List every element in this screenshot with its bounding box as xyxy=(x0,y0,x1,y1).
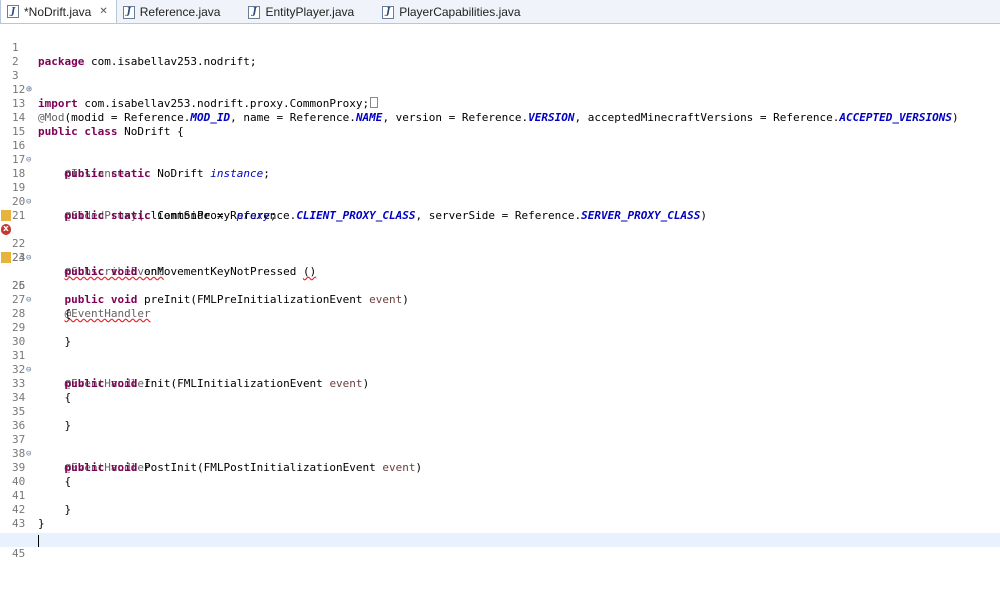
code-line: 23 public void onMovementKeyNotPressed (… xyxy=(0,222,1000,278)
tab-label: Reference.java xyxy=(139,5,221,19)
current-line[interactable]: 45 xyxy=(0,533,1000,560)
code-line: 22 ⊖ @SubscribeEvent xyxy=(0,209,1000,278)
code-line: 12 xyxy=(0,69,1000,96)
code-line: 32 public void Init(FMLInitializationEve… xyxy=(0,349,1000,390)
tab-label: PlayerCapabilities.java xyxy=(399,5,521,19)
code-line: 3 ⊕ import com.isabellav253.nodrift.prox… xyxy=(0,55,1000,110)
java-file-icon: J xyxy=(7,5,19,18)
code-line: 41 } xyxy=(0,475,1000,516)
code-line: 34 xyxy=(0,377,1000,404)
code-line: 16 ⊖ @Instance xyxy=(0,125,1000,180)
code-line: 40 xyxy=(0,461,1000,488)
code-line: 1 package com.isabellav253.nodrift; xyxy=(0,27,1000,68)
code-line: 36 xyxy=(0,405,1000,432)
error-marker-icon[interactable] xyxy=(1,222,11,236)
code-line: 27 { xyxy=(0,279,1000,320)
code-line: 19 ⊖ @SidedProxy(clientSide = Reference.… xyxy=(0,167,1000,222)
tab-playercapabilities[interactable]: J PlayerCapabilities.java xyxy=(376,1,528,23)
java-file-icon: J xyxy=(248,5,261,19)
tab-label: *NoDrift.java xyxy=(24,4,92,19)
code-line: 43 xyxy=(0,503,1000,530)
code-line: 14 public class NoDrift { xyxy=(0,97,1000,138)
code-line: 33 { xyxy=(0,363,1000,404)
code-line: 28 xyxy=(0,293,1000,320)
code-line: 44 xyxy=(0,517,1000,544)
code-line: 21 xyxy=(0,195,1000,222)
code-line: 35 } xyxy=(0,391,1000,432)
code-line: 24 xyxy=(0,237,1000,264)
text-cursor xyxy=(38,535,39,547)
warning-marker-icon[interactable] xyxy=(1,210,11,221)
code-line: 20 public static CommonProxy proxy; xyxy=(0,181,1000,222)
code-line: 31 ⊖ @EventHandler xyxy=(0,335,1000,390)
code-line: 13 @Mod(modid = Reference.MOD_ID, name =… xyxy=(0,83,1000,124)
tab-label: EntityPlayer.java xyxy=(265,5,355,19)
code-line: 38 public void PostInit(FMLPostInitializ… xyxy=(0,433,1000,474)
code-line: 42 } xyxy=(0,489,1000,530)
code-line: 25 ⊖ @EventHandler xyxy=(0,251,1000,320)
code-line: 39 { xyxy=(0,447,1000,488)
java-file-icon: J xyxy=(382,5,395,19)
tab-reference[interactable]: J Reference.java xyxy=(117,1,229,23)
code-line: 37 ⊖ @EventHandler xyxy=(0,419,1000,474)
editor-tab-bar: J *NoDrift.java ✕ J Reference.java J Ent… xyxy=(0,0,1000,24)
code-line: 15 xyxy=(0,111,1000,138)
code-line: 30 xyxy=(0,321,1000,348)
java-file-icon: J xyxy=(122,5,135,19)
code-line: 2 xyxy=(0,41,1000,68)
code-line: 17 public static NoDrift instance; xyxy=(0,139,1000,180)
code-line: 18 xyxy=(0,153,1000,180)
close-icon[interactable]: ✕ xyxy=(99,6,107,17)
code-editor[interactable]: 1 package com.isabellav253.nodrift; 2 3 … xyxy=(0,25,1000,564)
warning-marker-icon[interactable] xyxy=(1,252,11,263)
code-line: 26 public void preInit(FMLPreInitializat… xyxy=(0,265,1000,306)
line-number: 45 xyxy=(12,547,26,560)
tab-entityplayer[interactable]: J EntityPlayer.java xyxy=(242,1,362,23)
tab-nodrift[interactable]: J *NoDrift.java ✕ xyxy=(0,0,117,23)
code-line: 29 } xyxy=(0,307,1000,348)
